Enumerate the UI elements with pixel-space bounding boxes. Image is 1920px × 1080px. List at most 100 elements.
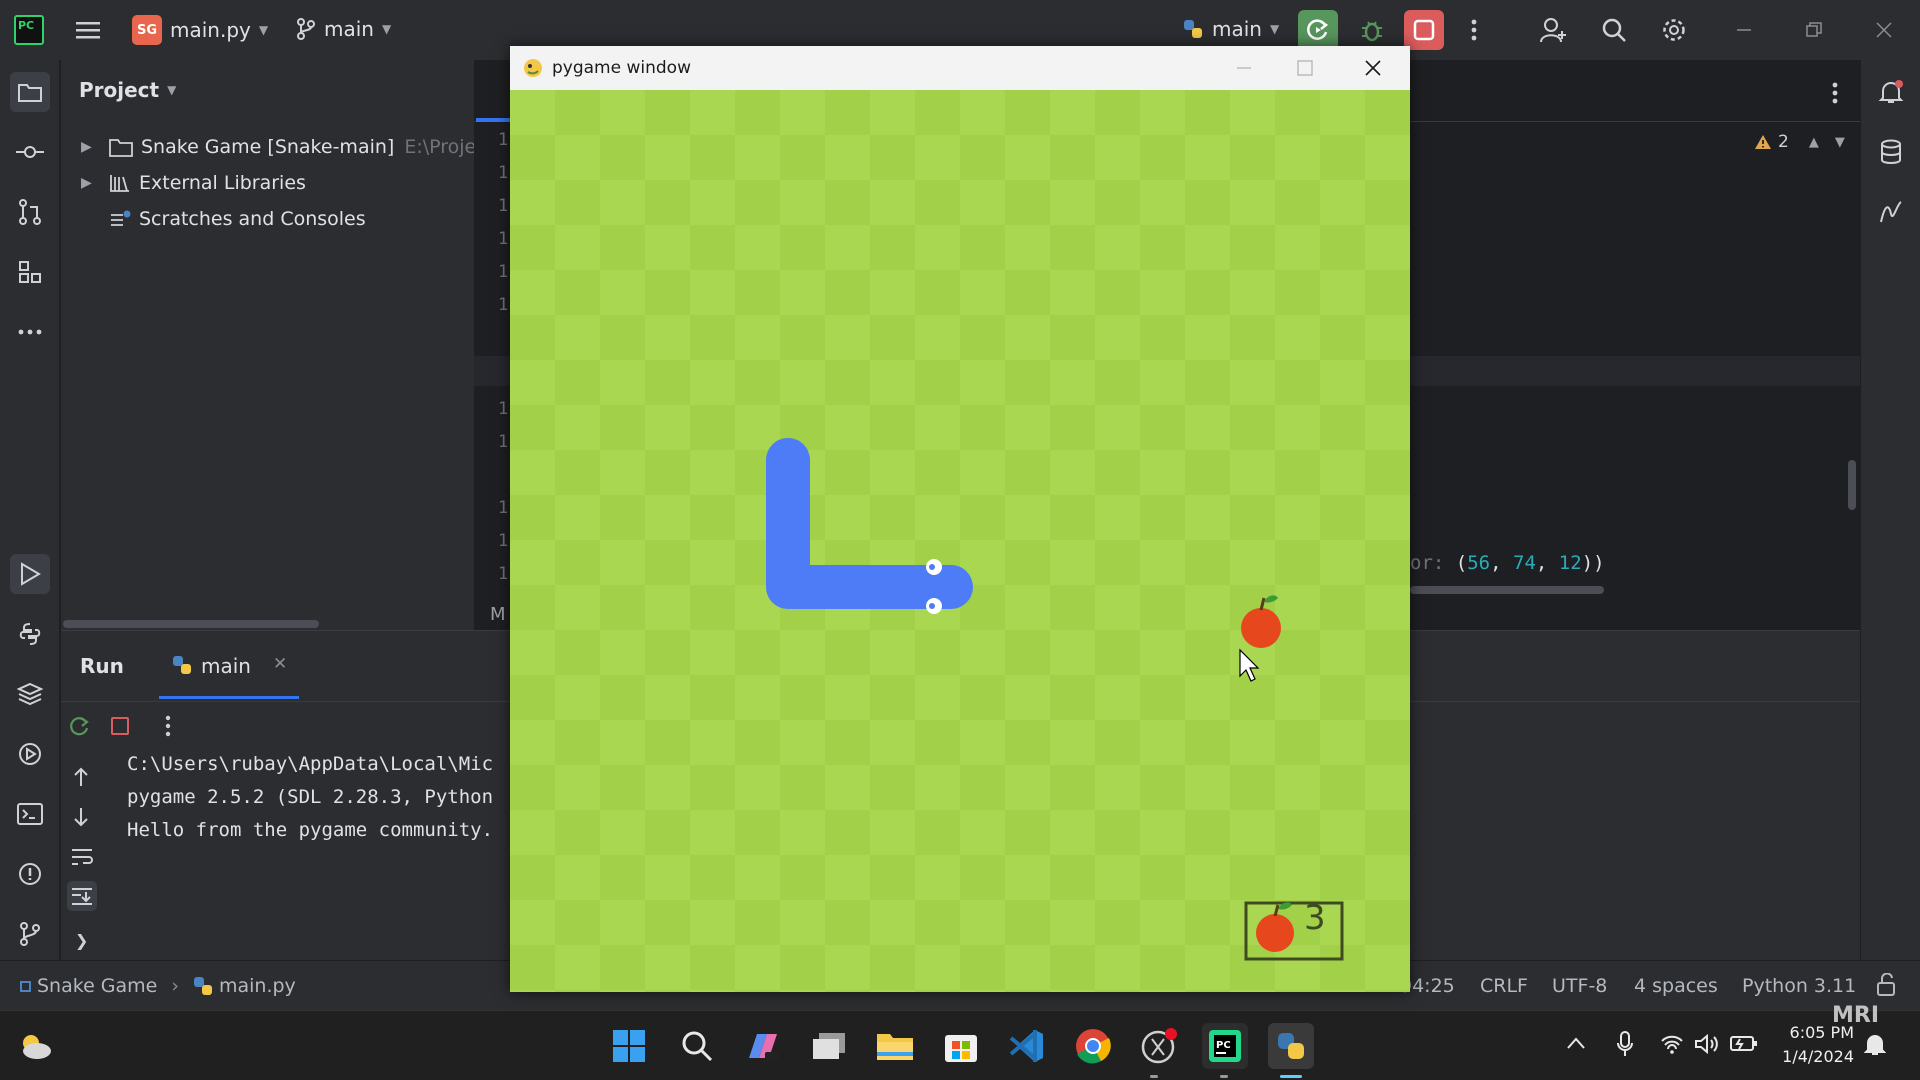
- system-clock[interactable]: 6:05 PM 1/4/2024: [1764, 1021, 1854, 1069]
- vscode-icon[interactable]: [1004, 1023, 1050, 1069]
- chevron-right-icon[interactable]: ❯: [75, 931, 88, 950]
- stop-icon: [1413, 19, 1435, 41]
- run-panel-title[interactable]: Run: [80, 654, 124, 678]
- project-folder-icon[interactable]: [10, 72, 50, 112]
- python-taskbar-icon[interactable]: [1268, 1023, 1314, 1069]
- breadcrumb-file[interactable]: main.py: [219, 975, 296, 997]
- pygame-window[interactable]: pygame window 3: [510, 46, 1410, 992]
- pull-requests-icon[interactable]: [10, 192, 50, 232]
- sciview-icon[interactable]: [1871, 192, 1911, 232]
- indent-setting[interactable]: 4 spaces: [1634, 975, 1718, 997]
- chevron-up-icon[interactable]: ▲: [1809, 135, 1819, 150]
- more-actions-icon[interactable]: [1454, 10, 1494, 50]
- run-tab-main[interactable]: main ✕: [159, 649, 300, 699]
- tree-item-project-root[interactable]: ▶ Snake Game [Snake-main] E:\Proje: [81, 130, 476, 164]
- editor-vertical-scrollbar[interactable]: [1848, 460, 1856, 510]
- maximize-icon[interactable]: [1296, 58, 1314, 83]
- file-encoding[interactable]: UTF-8: [1552, 975, 1607, 997]
- run-tab-label: main: [201, 654, 251, 678]
- taskbar-search-icon[interactable]: [674, 1023, 720, 1069]
- branch-name: main: [324, 17, 374, 41]
- python-console-icon[interactable]: [10, 614, 50, 654]
- problems-icon[interactable]: [10, 854, 50, 894]
- code-line-fragment[interactable]: or: (56, 74, 12)): [1410, 552, 1605, 574]
- pycharm-logo-icon[interactable]: PC: [14, 15, 44, 45]
- git-branch-icon: [297, 18, 315, 40]
- project-panel-header[interactable]: Project ▼: [79, 78, 176, 102]
- breadcrumb: Snake Game › main.py: [20, 975, 296, 997]
- search-icon[interactable]: [1594, 10, 1634, 50]
- recorder-app-icon[interactable]: [1136, 1023, 1182, 1069]
- main-menu-icon[interactable]: [68, 10, 108, 50]
- show-hidden-icons-icon[interactable]: [1566, 1035, 1586, 1054]
- microphone-icon[interactable]: [1616, 1031, 1634, 1061]
- database-icon[interactable]: [1871, 132, 1911, 172]
- settings-gear-icon[interactable]: [1654, 10, 1694, 50]
- notification-bell-icon[interactable]: [1863, 1033, 1887, 1061]
- python-packages-icon[interactable]: [10, 674, 50, 714]
- line-number: 1: [498, 229, 509, 249]
- scroll-down-icon[interactable]: [73, 807, 89, 831]
- tree-item-external-libraries[interactable]: ▶ External Libraries: [81, 166, 306, 200]
- rerun-icon[interactable]: [69, 715, 91, 741]
- weather-icon[interactable]: [12, 1023, 58, 1069]
- file-explorer-icon[interactable]: [872, 1023, 918, 1069]
- soft-wrap-icon[interactable]: [71, 847, 93, 871]
- scroll-up-icon[interactable]: [73, 767, 89, 791]
- tree-item-scratches[interactable]: Scratches and Consoles: [109, 202, 366, 236]
- add-user-icon[interactable]: [1534, 10, 1574, 50]
- scroll-to-end-icon[interactable]: [67, 881, 97, 911]
- editor-horizontal-scrollbar[interactable]: [1410, 586, 1604, 594]
- rerun-button[interactable]: [1298, 10, 1338, 50]
- chevron-down-icon: ▼: [381, 22, 392, 36]
- score-panel: [1244, 901, 1344, 961]
- chevron-down-icon[interactable]: ▼: [1835, 135, 1845, 150]
- pycharm-taskbar-icon[interactable]: PC: [1202, 1023, 1248, 1069]
- chrome-icon[interactable]: [1070, 1023, 1116, 1069]
- start-windows-icon[interactable]: [606, 1023, 652, 1069]
- editor-more-icon[interactable]: [1832, 82, 1838, 108]
- wifi-icon[interactable]: [1660, 1033, 1684, 1059]
- line-ending[interactable]: CRLF: [1480, 975, 1528, 997]
- inspection-widget[interactable]: 2 ▲ ▼: [1754, 132, 1845, 152]
- watermark-logo: MRI: [1832, 1003, 1880, 1028]
- horizontal-scrollbar[interactable]: [63, 620, 319, 628]
- stop-icon[interactable]: [111, 717, 129, 735]
- minimize-icon[interactable]: [1724, 10, 1764, 50]
- services-icon[interactable]: [10, 734, 50, 774]
- line-number: 1: [498, 262, 509, 282]
- volume-icon[interactable]: [1694, 1033, 1718, 1059]
- pygame-window-title: pygame window: [552, 58, 691, 78]
- python-interpreter[interactable]: Python 3.11: [1742, 975, 1856, 997]
- branch-selector[interactable]: main ▼: [296, 17, 391, 41]
- run-tool-icon[interactable]: [10, 554, 50, 594]
- debug-button[interactable]: [1352, 10, 1392, 50]
- close-icon[interactable]: [1864, 10, 1904, 50]
- structure-icon[interactable]: [10, 252, 50, 292]
- battery-icon[interactable]: [1730, 1033, 1758, 1057]
- minimize-icon[interactable]: [1236, 58, 1252, 83]
- more-actions-icon[interactable]: [165, 715, 171, 741]
- lock-icon[interactable]: [1876, 972, 1898, 1002]
- line-number: 1: [498, 399, 509, 419]
- notifications-icon[interactable]: [1871, 72, 1911, 112]
- restore-icon[interactable]: [1794, 10, 1834, 50]
- commit-icon[interactable]: [10, 132, 50, 172]
- more-tools-icon[interactable]: [10, 312, 50, 352]
- project-file-selector[interactable]: SG main.py ▼: [132, 15, 268, 45]
- terminal-icon[interactable]: [10, 794, 50, 834]
- microsoft-store-icon[interactable]: [938, 1023, 984, 1069]
- version-control-icon[interactable]: [10, 914, 50, 954]
- rerun-icon: [1307, 19, 1329, 40]
- task-view-icon[interactable]: [806, 1023, 852, 1069]
- tree-item-path: E:\Proje: [404, 136, 477, 158]
- copilot-icon[interactable]: [740, 1023, 786, 1069]
- run-config-selector[interactable]: main ▼: [1182, 17, 1279, 41]
- pygame-titlebar[interactable]: pygame window: [510, 46, 1410, 90]
- breadcrumb-project[interactable]: Snake Game: [37, 975, 157, 997]
- close-tab-icon[interactable]: ✕: [273, 654, 287, 674]
- tree-item-label: Snake Game [Snake-main]: [141, 136, 395, 158]
- close-icon[interactable]: [1364, 58, 1382, 83]
- game-board[interactable]: 3: [510, 90, 1410, 992]
- stop-button[interactable]: [1404, 10, 1444, 50]
